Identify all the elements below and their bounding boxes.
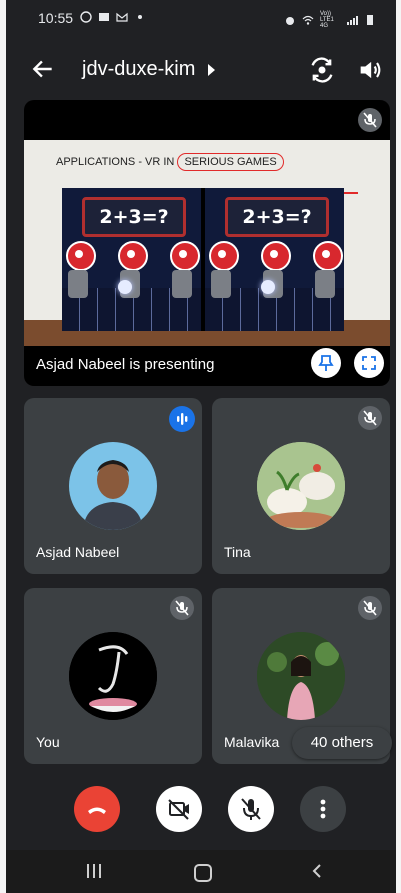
presentation-tile[interactable]: APPLICATIONS - VR IN SERIOUS GAMES 2+3=? (24, 100, 390, 386)
more-options-button[interactable] (300, 786, 346, 832)
gallery-icon (99, 13, 109, 21)
target-icon (66, 241, 96, 271)
barrel-icon (211, 270, 231, 298)
participant-name: Asjad Nabeel (36, 544, 120, 560)
camera-toggle-button[interactable] (156, 786, 202, 832)
target-icon (209, 241, 239, 271)
system-icons: Vo)) LTE1 4G (284, 11, 376, 29)
target-icon (170, 241, 200, 271)
slide-title: APPLICATIONS - VR IN SERIOUS GAMES (56, 153, 284, 171)
more-vert-icon (320, 799, 326, 819)
dot-icon (138, 15, 142, 19)
mic-off-icon (170, 596, 194, 620)
gmail-icon (116, 12, 128, 22)
system-navigation-bar (6, 850, 396, 893)
signal-icon (347, 16, 358, 25)
network-type-text: Vo)) LTE1 4G (320, 11, 334, 29)
call-header: jdv-duxe-kim (6, 48, 396, 92)
home-icon[interactable] (194, 864, 212, 882)
ball-icon (118, 280, 132, 294)
presenter-label: Asjad Nabeel is presenting (36, 356, 215, 373)
switch-camera-icon[interactable] (308, 56, 336, 84)
target-icon (313, 241, 343, 271)
fullscreen-icon (362, 356, 376, 370)
microphone-toggle-button[interactable] (228, 786, 274, 832)
status-bar: 10:55 Vo)) LTE1 4G (6, 0, 396, 34)
wifi-icon (302, 15, 314, 25)
participant-tile-tina[interactable]: Tina (212, 398, 390, 574)
mic-off-icon (241, 798, 261, 820)
camera-off-icon (168, 799, 189, 820)
meeting-code[interactable]: jdv-duxe-kim (82, 58, 195, 81)
speaking-indicator-icon (169, 406, 195, 432)
equation-board-right: 2+3=? (225, 197, 329, 237)
participant-tile-asjad[interactable]: Asjad Nabeel (24, 398, 202, 574)
hang-up-icon (88, 807, 106, 814)
vr-game-left-view: 2+3=? (62, 188, 201, 331)
vr-game-right-view: 2+3=? (205, 188, 344, 331)
participant-tile-you[interactable]: You (24, 588, 202, 764)
avatar-asjad (69, 442, 157, 530)
target-icon (118, 241, 148, 271)
avatar-tina (257, 442, 345, 530)
participant-name: Tina (224, 544, 251, 560)
end-call-button[interactable] (74, 786, 120, 832)
ball-icon (261, 280, 275, 294)
vr-game-image: 2+3=? 2+3=? (62, 188, 344, 331)
equation-board-left: 2+3=? (82, 197, 186, 237)
fullscreen-button[interactable] (354, 348, 384, 378)
others-count-button[interactable]: 40 others (292, 727, 392, 759)
recent-apps-icon[interactable] (86, 864, 102, 878)
alarm-icon (286, 17, 294, 25)
barrel-icon (172, 270, 192, 298)
status-time: 10:55 (38, 10, 74, 26)
barrel-icon (68, 270, 88, 298)
avatar-malavika (257, 632, 345, 720)
participant-name: You (36, 734, 60, 750)
slide-title-highlight: SERIOUS GAMES (177, 153, 284, 171)
speaker-icon[interactable] (356, 56, 384, 84)
pin-icon (318, 355, 334, 371)
notification-icons (80, 11, 146, 23)
shared-slide: APPLICATIONS - VR IN SERIOUS GAMES 2+3=? (24, 140, 390, 346)
meeting-details-caret-icon[interactable] (208, 64, 215, 76)
mic-off-icon (358, 596, 382, 620)
target-icon (261, 241, 291, 271)
meet-app-screen: 10:55 Vo)) LTE1 4G jdv-duxe-kim APPLICAT… (6, 0, 396, 893)
whatsapp-icon (80, 11, 92, 23)
slide-title-prefix: APPLICATIONS - VR IN (56, 156, 178, 168)
barrel-icon (315, 270, 335, 298)
mic-off-icon (358, 406, 382, 430)
participant-name: Malavika (224, 734, 280, 750)
avatar-you (69, 632, 157, 720)
pin-button[interactable] (311, 348, 341, 378)
battery-icon (367, 15, 373, 25)
mic-off-icon (358, 108, 382, 132)
back-arrow-icon[interactable] (30, 56, 56, 82)
back-nav-icon[interactable] (310, 864, 324, 878)
